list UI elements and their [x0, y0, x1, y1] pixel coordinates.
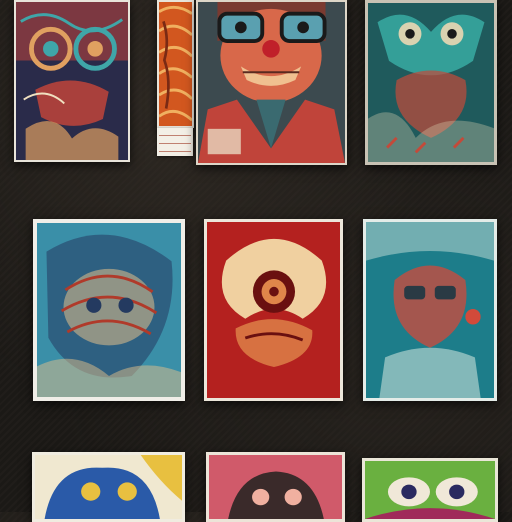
teal-figure-art-icon: [366, 222, 494, 398]
artwork-card-2[interactable]: [157, 0, 194, 128]
orange-swirl-art-icon: [159, 2, 192, 126]
artwork-card-1[interactable]: [14, 0, 130, 162]
blue-swirl-face-art-icon: [37, 223, 181, 397]
pink-face-art-icon: [209, 455, 342, 519]
artwork-card-6[interactable]: [204, 219, 343, 401]
masked-figure-art-icon: [16, 2, 128, 160]
artwork-card-3[interactable]: [196, 0, 347, 165]
green-eyes-art-icon: [365, 461, 495, 519]
goggled-face-portrait-icon: [198, 2, 345, 163]
teal-creature-art-icon: [368, 3, 494, 162]
red-spiral-face-art-icon: [207, 222, 340, 398]
artwork-card-10[interactable]: [362, 458, 498, 522]
artwork-card-4[interactable]: [365, 0, 497, 165]
artwork-card-7[interactable]: [363, 219, 497, 401]
yellow-blue-face-art-icon: [35, 455, 182, 519]
artwork-card-5[interactable]: [33, 219, 185, 401]
sticky-note: [157, 128, 193, 156]
